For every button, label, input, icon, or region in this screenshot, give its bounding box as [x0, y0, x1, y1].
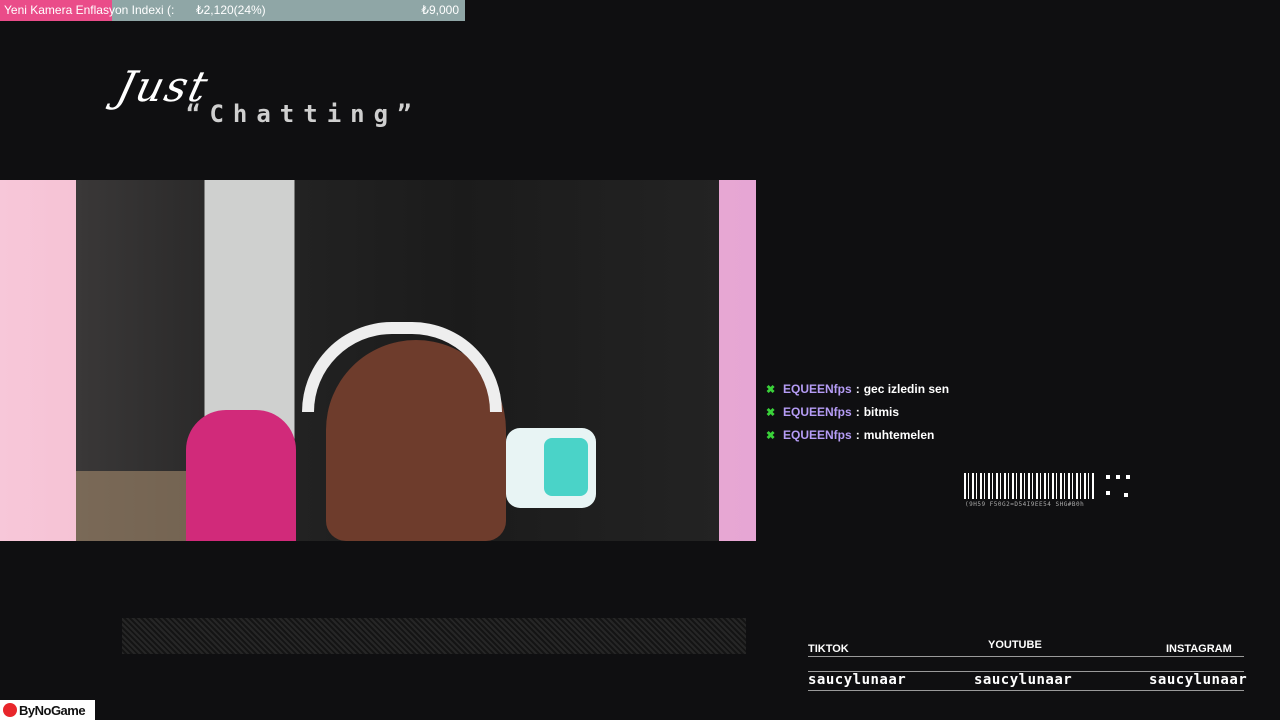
bynogame-logo-icon [3, 703, 17, 717]
chat-text: gec izledin sen [863, 382, 950, 396]
noise-strip [122, 618, 746, 654]
barcode-dots-icon [1104, 473, 1132, 499]
goal-current-amount: ₺2,120(24%) [196, 3, 266, 17]
instagram-handle: saucylunaar [1149, 672, 1248, 688]
chat-message: ✖ EQUEENfps : gec izledin sen [766, 382, 950, 396]
webcam-feed [76, 180, 719, 541]
webcam-floor [76, 471, 196, 541]
tiktok-handle: saucylunaar [808, 672, 907, 688]
headset [302, 322, 502, 412]
chat-username: EQUEENfps [783, 405, 852, 419]
bynogame-logo: ByNoGame [0, 700, 95, 720]
youtube-handle: saucylunaar [974, 672, 1073, 688]
badge-icon: ✖ [766, 429, 776, 442]
tiktok-label: TIKTOK [808, 643, 849, 655]
chat-username: EQUEENfps [783, 428, 852, 442]
goal-target-amount: ₺9,000 [421, 3, 459, 17]
scene-title-sub: “Chatting” [186, 100, 421, 128]
chat-message: ✖ EQUEENfps : bitmis [766, 405, 900, 419]
chat-username: EQUEENfps [783, 382, 852, 396]
chat-text: bitmis [863, 405, 900, 419]
goal-title: Yeni Kamera Enflasyon Indexi (: [4, 3, 175, 17]
chat-overlay: ✖ EQUEENfps : gec izledin sen ✖ EQUEENfp… [766, 378, 1266, 447]
social-divider-top [808, 656, 1244, 657]
gaming-chair [186, 410, 296, 541]
instagram-label: INSTAGRAM [1166, 643, 1232, 655]
barcode-text: (9H59 F50G2=D54I9EE54 SHG#B0h [965, 501, 1085, 508]
microphone [506, 428, 596, 508]
youtube-label: YOUTUBE [988, 639, 1042, 651]
badge-icon: ✖ [766, 383, 776, 396]
badge-icon: ✖ [766, 406, 776, 419]
donation-goal-bar: Yeni Kamera Enflasyon Indexi (: ₺2,120(2… [0, 0, 465, 21]
barcode-graphic [964, 473, 1094, 499]
social-divider-bottom [808, 690, 1244, 691]
logo-text: ByNoGame [19, 702, 86, 718]
chat-message: ✖ EQUEENfps : muhtemelen [766, 428, 935, 442]
chat-text: muhtemelen [863, 428, 935, 442]
